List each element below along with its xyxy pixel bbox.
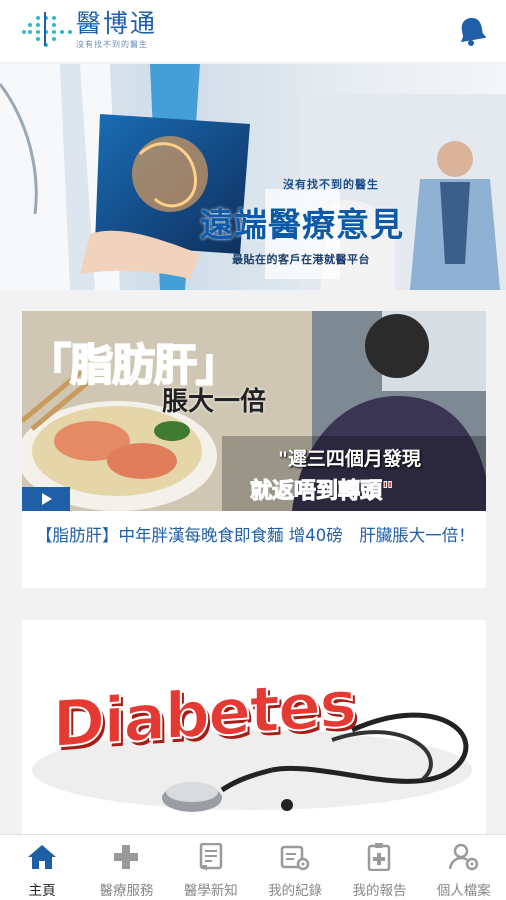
app-screen: 醫博通 沒有找不到的醫生 沒有找不到的醫生 遠端醫療意見 最貼在的客戶在港就醫平… <box>0 0 506 900</box>
nav-item-my-reports[interactable]: 我的報告 <box>337 835 421 900</box>
logo-mark-icon <box>22 10 74 50</box>
article-card-diabetes[interactable]: Diabetes <box>22 620 486 835</box>
nav-item-medical-news[interactable]: 醫學新知 <box>169 835 253 900</box>
article-image-quote-2: 就返唔到轉頭" <box>249 479 394 505</box>
article-image-subtitle: 脹大一倍 <box>162 387 267 417</box>
nav-label-medical-news: 醫學新知 <box>183 883 238 899</box>
nav-label-home: 主頁 <box>28 883 56 899</box>
hero-banner[interactable]: 沒有找不到的醫生 遠端醫療意見 最貼在的客戶在港就醫平台 <box>0 64 506 290</box>
bottom-navigation: 主頁 醫療服務 醫學新知 我的紀錄 我的報告 個人檔案 <box>0 834 506 900</box>
hero-title: 遠端醫療意見 <box>200 205 404 244</box>
nav-label-profile: 個人檔案 <box>436 883 491 899</box>
article-card-fatty-liver[interactable]: 「脂肪肝」 脹大一倍 "遲三四個月發現 就返唔到轉頭" 【脂肪肝】中年胖漢每晚食… <box>22 311 486 588</box>
hero-subtitle: 最貼在的客戶在港就醫平台 <box>232 253 370 266</box>
app-header: 醫博通 沒有找不到的醫生 <box>0 0 506 62</box>
notification-bell-icon[interactable] <box>456 16 488 46</box>
home-icon <box>27 843 57 871</box>
nav-item-medical-services[interactable]: 醫療服務 <box>84 835 168 900</box>
plus-icon <box>111 843 141 871</box>
document-icon <box>196 843 226 871</box>
nav-label-medical-services: 醫療服務 <box>99 883 154 899</box>
app-logo[interactable]: 醫博通 沒有找不到的醫生 <box>22 10 157 50</box>
article-image: 「脂肪肝」 脹大一倍 "遲三四個月發現 就返唔到轉頭" <box>22 311 486 511</box>
logo-subtitle: 沒有找不到的醫生 <box>76 40 148 49</box>
article-headline[interactable]: 【脂肪肝】中年胖漢每晚食即食麵 增40磅 肝臟脹大一倍！ <box>36 523 476 549</box>
records-icon <box>280 843 310 871</box>
logo-title: 醫博通 <box>76 9 158 38</box>
profile-settings-icon <box>448 843 479 871</box>
nav-label-my-reports: 我的報告 <box>352 883 407 899</box>
nav-item-profile[interactable]: 個人檔案 <box>422 835 506 900</box>
video-play-button[interactable] <box>22 487 70 511</box>
hero-tagline: 沒有找不到的醫生 <box>283 178 379 191</box>
nav-item-my-records[interactable]: 我的紀錄 <box>253 835 337 900</box>
play-icon <box>42 493 52 505</box>
nav-item-home[interactable]: 主頁 <box>0 835 84 900</box>
nav-label-my-records: 我的紀錄 <box>268 883 323 899</box>
report-icon <box>364 843 394 871</box>
article-image-quote-1: "遲三四個月發現 <box>278 448 421 470</box>
